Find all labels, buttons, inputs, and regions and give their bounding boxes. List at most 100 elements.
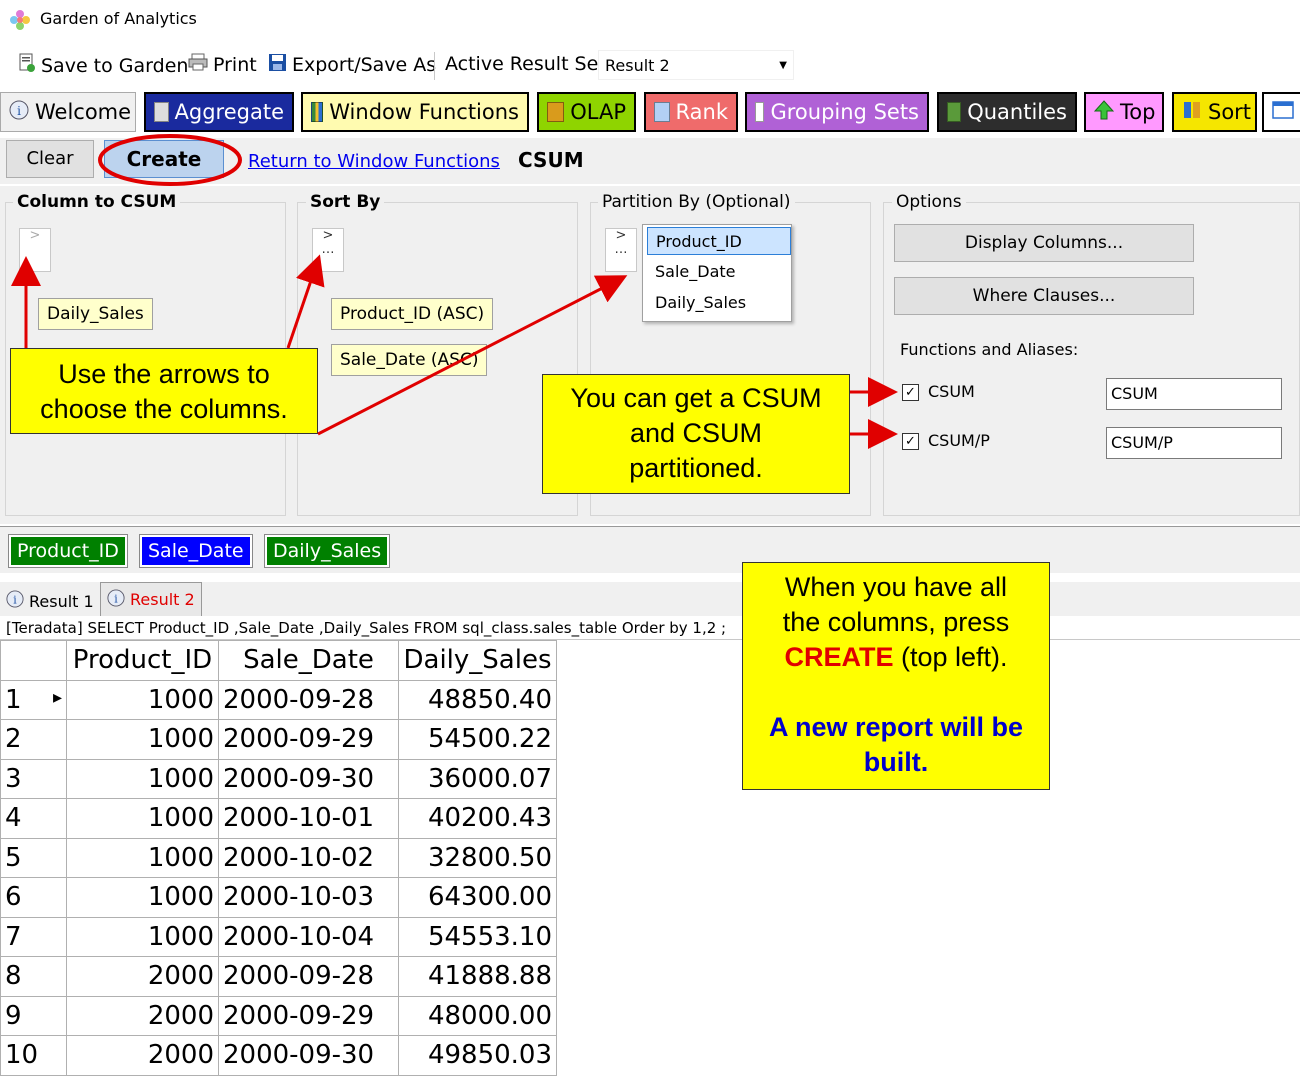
- active-result-label: Active Result Set:: [445, 53, 613, 75]
- tab-rank[interactable]: Rank: [644, 92, 738, 132]
- floppy-disk-icon: [268, 53, 287, 77]
- csum-checkbox[interactable]: ✓: [902, 384, 919, 401]
- table-row[interactable]: 6 1000 2000-10-03 64300.00: [0, 877, 557, 918]
- clear-button[interactable]: Clear: [6, 140, 94, 178]
- display-columns-button[interactable]: Display Columns...: [894, 224, 1194, 262]
- csum-p-function-label: CSUM/P: [928, 431, 990, 450]
- sale-date-cell[interactable]: 2000-10-01: [218, 798, 399, 839]
- daily-sales-cell[interactable]: 48000.00: [398, 995, 557, 1036]
- create-button[interactable]: Create: [104, 140, 224, 178]
- product-id-cell[interactable]: 2000: [66, 995, 219, 1036]
- row-number-cell[interactable]: 3: [0, 758, 67, 799]
- daily-sales-cell[interactable]: 54500.22: [398, 719, 557, 760]
- product-id-cell[interactable]: 1000: [66, 798, 219, 839]
- daily-sales-cell[interactable]: 64300.00: [398, 877, 557, 918]
- row-number-cell[interactable]: 4: [0, 798, 67, 839]
- column-chip-sale-date[interactable]: Sale_Date: [139, 534, 253, 568]
- table-row[interactable]: 9 2000 2000-09-29 48000.00: [0, 995, 557, 1036]
- product-id-cell[interactable]: 1000: [66, 916, 219, 957]
- product-id-cell[interactable]: 1000: [66, 679, 219, 720]
- daily-sales-cell[interactable]: 49850.03: [398, 1035, 557, 1076]
- product-id-cell[interactable]: 1000: [66, 758, 219, 799]
- product-id-cell[interactable]: 1000: [66, 877, 219, 918]
- daily-sales-cell[interactable]: 48850.40: [398, 679, 557, 720]
- partition-item-product-id[interactable]: Product_ID: [647, 227, 791, 255]
- table-row[interactable]: 2 1000 2000-09-29 54500.22: [0, 719, 557, 760]
- daily-sales-cell[interactable]: 36000.07: [398, 758, 557, 799]
- sale-date-cell[interactable]: 2000-09-29: [218, 719, 399, 760]
- export-button[interactable]: Export/Save As: [268, 53, 436, 77]
- sale-date-cell[interactable]: 2000-10-03: [218, 877, 399, 918]
- daily-sales-cell[interactable]: 32800.50: [398, 837, 557, 878]
- partition-by-arrow-button[interactable]: >…: [605, 228, 637, 272]
- csum-p-checkbox[interactable]: ✓: [902, 433, 919, 450]
- sale-date-cell[interactable]: 2000-10-04: [218, 916, 399, 957]
- table-row[interactable]: 7 1000 2000-10-04 54553.10: [0, 916, 557, 957]
- tab-more[interactable]: [1262, 92, 1300, 132]
- table-row[interactable]: 5 1000 2000-10-02 32800.50: [0, 837, 557, 878]
- result-tab-2[interactable]: i Result 2: [100, 582, 202, 616]
- column-to-csum-arrow-button[interactable]: >: [19, 228, 51, 272]
- row-number-cell[interactable]: 7: [0, 916, 67, 957]
- callout-create-spacer: [743, 675, 1049, 710]
- active-result-select[interactable]: Result 2 ▼: [598, 50, 794, 80]
- product-id-cell[interactable]: 1000: [66, 837, 219, 878]
- callout-create-line2: the columns, press: [782, 607, 1010, 637]
- sale-date-cell[interactable]: 2000-09-29: [218, 995, 399, 1036]
- tab-quantiles[interactable]: Quantiles: [937, 92, 1077, 132]
- partition-by-listbox[interactable]: Product_ID Sale_Date Daily_Sales: [642, 224, 792, 322]
- row-number-cell[interactable]: 2: [0, 719, 67, 760]
- tab-aggregate[interactable]: Aggregate: [144, 92, 294, 132]
- product-id-cell[interactable]: 1000: [66, 719, 219, 760]
- tab-top[interactable]: Top: [1084, 92, 1164, 132]
- tab-sort[interactable]: Sort: [1172, 92, 1257, 132]
- result-grid[interactable]: Product_ID Sale_Date Daily_Sales 1 ▸ 1000 2…: [0, 640, 560, 1076]
- row-number-cell[interactable]: 1 ▸: [0, 679, 67, 720]
- save-to-garden-button[interactable]: Save to Garden: [18, 53, 188, 78]
- result-tab-1[interactable]: i Result 1: [6, 590, 94, 612]
- daily-sales-cell[interactable]: 54553.10: [398, 916, 557, 957]
- column-chip-product-id[interactable]: Product_ID: [8, 534, 128, 568]
- tab-olap-label: OLAP: [570, 100, 626, 124]
- sale-date-cell[interactable]: 2000-09-28: [218, 679, 399, 720]
- partition-item-sale-date[interactable]: Sale_Date: [647, 258, 791, 286]
- csum-p-alias-input[interactable]: CSUM/P: [1106, 427, 1282, 459]
- column-header-daily-sales[interactable]: Daily_Sales: [398, 640, 557, 681]
- sale-date-cell[interactable]: 2000-09-28: [218, 956, 399, 997]
- sale-date-cell[interactable]: 2000-09-30: [218, 758, 399, 799]
- return-to-window-functions-link[interactable]: Return to Window Functions: [248, 151, 500, 172]
- column-header-sale-date[interactable]: Sale_Date: [218, 640, 399, 681]
- tab-window-functions[interactable]: Window Functions: [301, 92, 529, 132]
- row-number-cell[interactable]: 10: [0, 1035, 67, 1076]
- sale-date-cell[interactable]: 2000-09-30: [218, 1035, 399, 1076]
- product-id-cell[interactable]: 2000: [66, 956, 219, 997]
- print-button[interactable]: Print: [188, 53, 257, 76]
- tab-olap[interactable]: OLAP: [537, 92, 636, 132]
- table-row[interactable]: 8 2000 2000-09-28 41888.88: [0, 956, 557, 997]
- sort-by-chip-product-id[interactable]: Product_ID (ASC): [331, 298, 494, 330]
- row-number-cell[interactable]: 6: [0, 877, 67, 918]
- sale-date-cell[interactable]: 2000-10-02: [218, 837, 399, 878]
- tab-welcome[interactable]: i Welcome: [0, 92, 136, 132]
- csum-alias-input[interactable]: CSUM: [1106, 378, 1282, 410]
- table-row[interactable]: 10 2000 2000-09-30 49850.03: [0, 1035, 557, 1076]
- row-number-cell[interactable]: 5: [0, 837, 67, 878]
- table-row[interactable]: 3 1000 2000-09-30 36000.07: [0, 758, 557, 799]
- row-number-cell[interactable]: 9: [0, 995, 67, 1036]
- table-row[interactable]: 4 1000 2000-10-01 40200.43: [0, 798, 557, 839]
- sort-by-chip-sale-date[interactable]: Sale_Date (ASC): [331, 344, 488, 376]
- daily-sales-cell[interactable]: 40200.43: [398, 798, 557, 839]
- daily-sales-cell[interactable]: 41888.88: [398, 956, 557, 997]
- row-number-cell[interactable]: 8: [0, 956, 67, 997]
- sort-by-arrow-button[interactable]: >…: [312, 228, 344, 272]
- where-clauses-button[interactable]: Where Clauses...: [894, 277, 1194, 315]
- partition-item-daily-sales[interactable]: Daily_Sales: [647, 289, 791, 317]
- table-row[interactable]: 1 ▸ 1000 2000-09-28 48850.40: [0, 679, 557, 720]
- column-header-product-id[interactable]: Product_ID: [66, 640, 219, 681]
- tab-grouping-sets[interactable]: Grouping Sets: [745, 92, 929, 132]
- product-id-cell[interactable]: 2000: [66, 1035, 219, 1076]
- callout-csum: You can get a CSUM and CSUM partitioned.: [542, 374, 850, 494]
- column-chip-daily-sales[interactable]: Daily_Sales: [263, 534, 391, 568]
- row-header-corner: [0, 640, 67, 681]
- column-to-csum-chip[interactable]: Daily_Sales: [38, 298, 153, 330]
